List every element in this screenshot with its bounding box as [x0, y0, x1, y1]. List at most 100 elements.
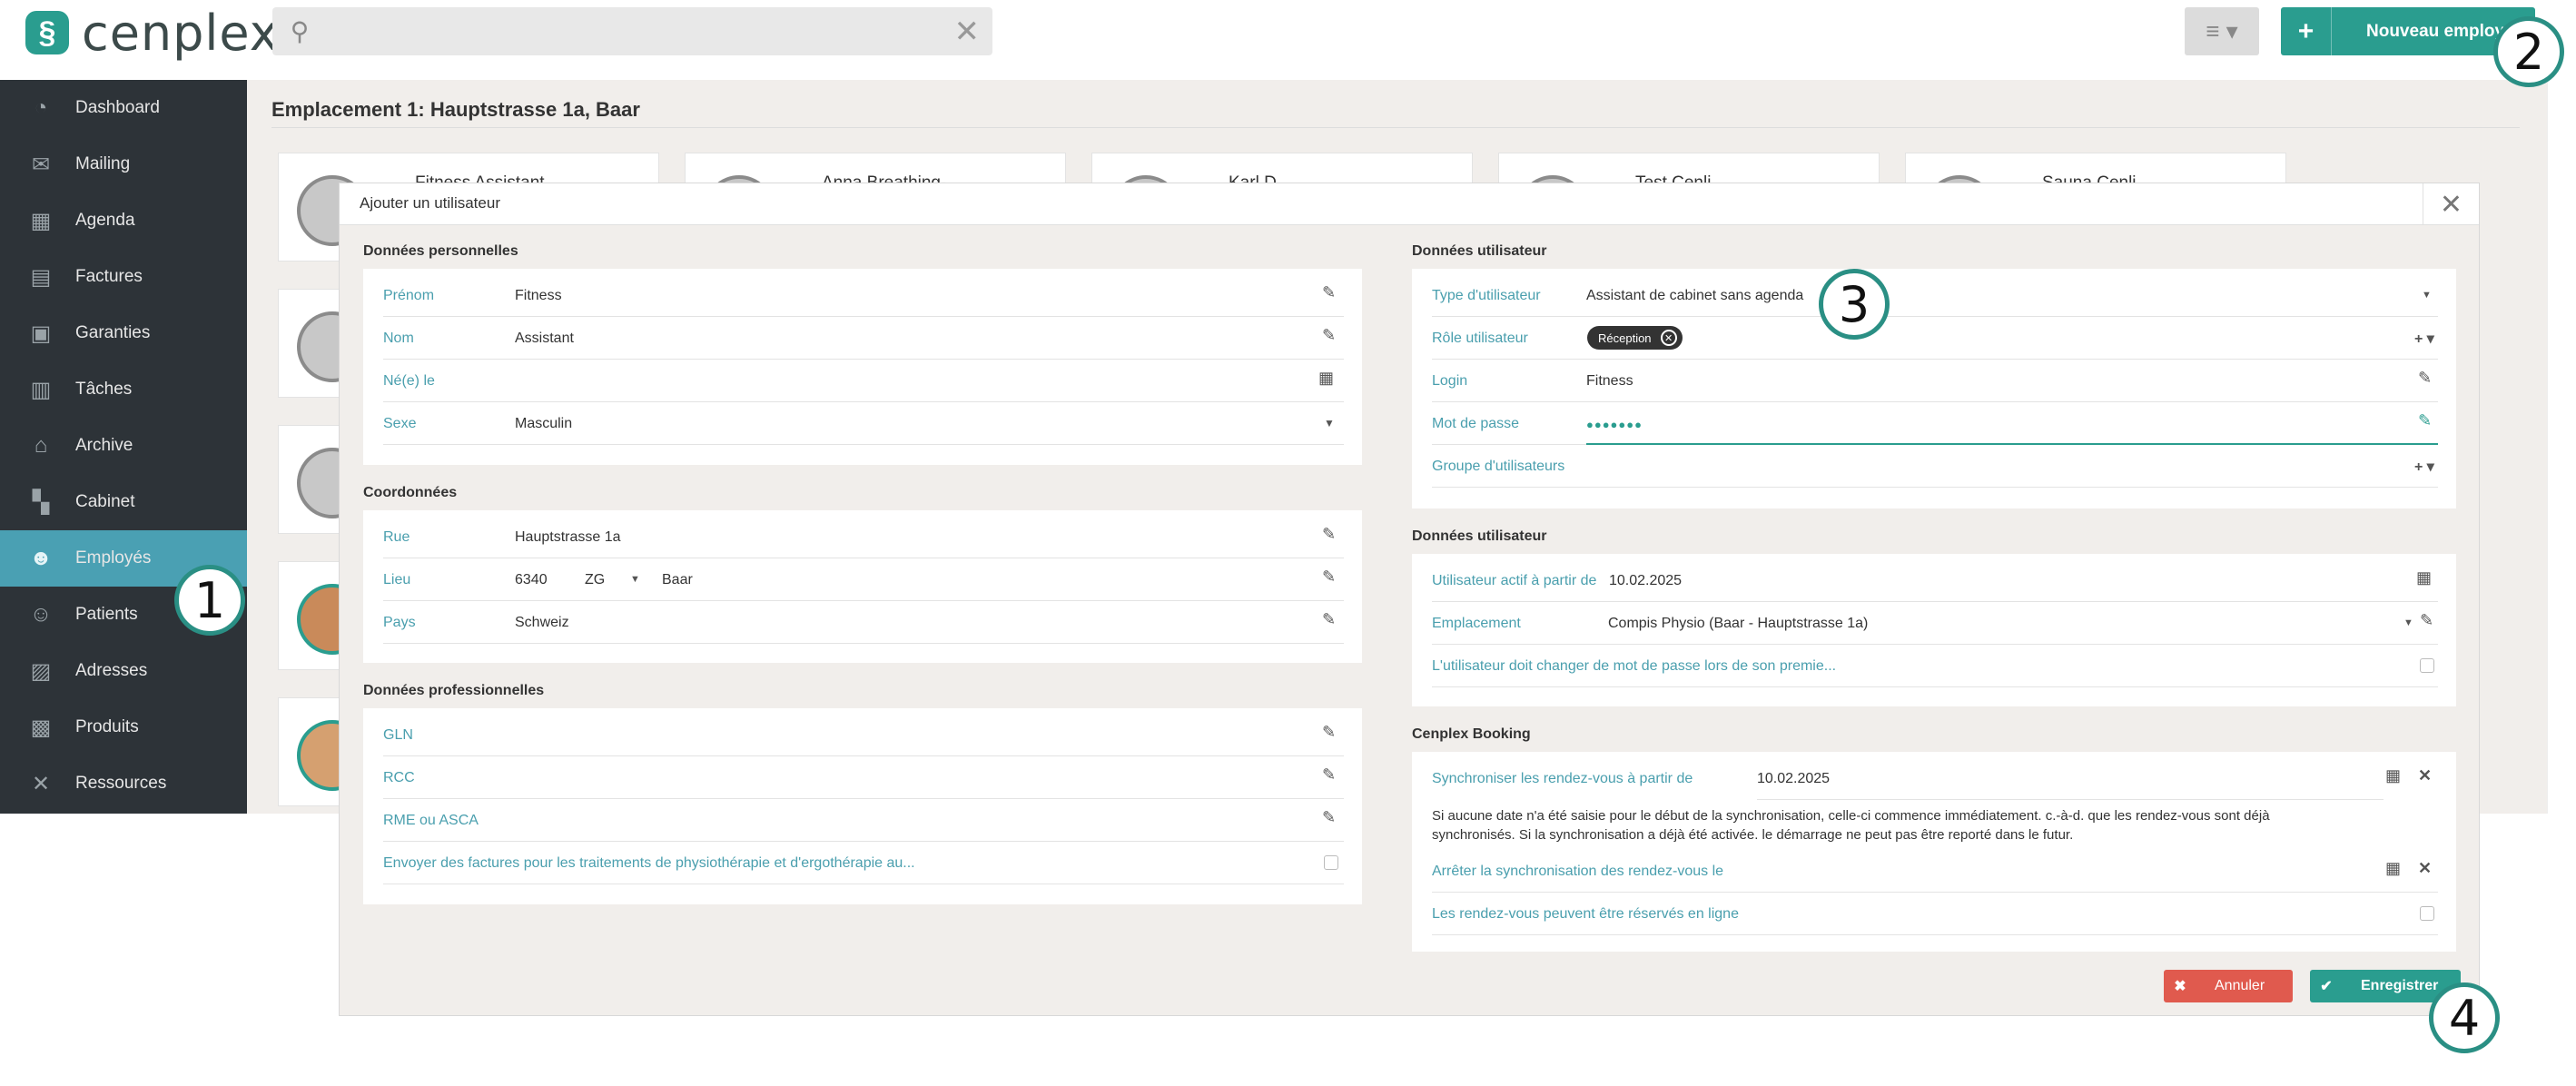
edit-icon[interactable]: ✎: [1322, 525, 1336, 544]
edit-icon[interactable]: ✎: [2418, 369, 2432, 388]
sidebar-item-archive[interactable]: ⌂ Archive: [0, 418, 247, 474]
sidebar-item-agenda[interactable]: ▦ Agenda: [0, 193, 247, 249]
store-icon: ▩: [30, 715, 52, 740]
user-group-field[interactable]: Groupe d'utilisateurs + ▾: [1432, 445, 2438, 488]
field-label: Synchroniser les rendez-vous à partir de: [1432, 771, 1693, 786]
canton-select[interactable]: ZG: [585, 572, 605, 588]
sidebar-item-label: Produits: [75, 717, 139, 736]
sidebar-item-label: Factures: [75, 267, 143, 286]
user-role-field[interactable]: Rôle utilisateur Réception ✕ + ▾: [1432, 317, 2438, 360]
street-field[interactable]: Rue Hauptstrasse 1a ✎: [383, 516, 1344, 558]
send-invoices-checkbox[interactable]: [1324, 855, 1338, 870]
scrollbar[interactable]: [2547, 80, 2576, 814]
sidebar-item-label: Tâches: [75, 380, 133, 399]
location-select[interactable]: Emplacement Compis Physio (Baar - Haupts…: [1432, 602, 2438, 645]
user-type-select[interactable]: Type d'utilisateur Assistant de cabinet …: [1432, 274, 2438, 317]
last-name-field[interactable]: Nom Assistant ✎: [383, 317, 1344, 360]
chevron-down-icon[interactable]: ▼: [2422, 290, 2432, 301]
close-icon[interactable]: ✕: [2423, 183, 2479, 225]
edit-icon[interactable]: ✎: [1322, 326, 1336, 345]
sidebar-item-ressources[interactable]: ✕ Ressources: [0, 755, 247, 812]
edit-icon[interactable]: ✎: [1322, 765, 1336, 785]
city-value[interactable]: Baar: [662, 572, 693, 588]
online-booking-field[interactable]: Les rendez-vous peuvent être réservés en…: [1432, 893, 2438, 935]
callout-2: 2: [2493, 16, 2564, 87]
sync-from-field[interactable]: Synchroniser les rendez-vous à partir de…: [1432, 757, 2438, 800]
sex-select[interactable]: Sexe Masculin ▼: [383, 402, 1344, 445]
edit-icon[interactable]: ✎: [1322, 568, 1336, 587]
chevron-down-icon[interactable]: ▼: [1324, 417, 1335, 429]
clear-search-icon[interactable]: ✕: [954, 7, 981, 55]
archive-icon: ⌂: [34, 433, 48, 458]
change-password-field[interactable]: L'utilisateur doit changer de mot de pas…: [1432, 645, 2438, 687]
role-chip[interactable]: Réception ✕: [1587, 326, 1683, 350]
login-field[interactable]: Login Fitness ✎: [1432, 360, 2438, 402]
place-field[interactable]: Lieu 6340 ZG ▼ Baar ✎: [383, 558, 1344, 601]
field-label: Sexe: [383, 416, 417, 431]
birth-date-field[interactable]: Né(e) le ▦: [383, 360, 1344, 402]
calendar-icon[interactable]: ▦: [2416, 568, 2432, 587]
search-bar: ⚲ ✕: [272, 7, 992, 55]
sidebar-item-mailing[interactable]: ✉ Mailing: [0, 136, 247, 193]
field-label: RME ou ASCA: [383, 813, 479, 828]
sidebar: ◔ Dashboard ✉ Mailing ▦ Agenda ▤ Factures ▣ G…: [0, 80, 247, 814]
online-booking-checkbox[interactable]: [2420, 906, 2434, 921]
sidebar-item-dashboard[interactable]: ◔ Dashboard: [0, 80, 247, 136]
add-user-dialog: Ajouter un utilisateur ✕ Données personn…: [339, 183, 2480, 1016]
search-icon: ⚲: [290, 17, 310, 45]
field-label: Les rendez-vous peuvent être réservés en…: [1432, 906, 1739, 922]
rme-asca-field[interactable]: RME ou ASCA ✎: [383, 799, 1344, 842]
field-label: Utilisateur actif à partir de: [1432, 573, 1597, 588]
add-role-icon[interactable]: + ▾: [2414, 330, 2434, 348]
field-value: Assistant de cabinet sans agenda: [1586, 288, 1804, 303]
edit-icon[interactable]: ✎: [1322, 283, 1336, 302]
close-icon: ✖: [2174, 979, 2186, 994]
calendar-icon[interactable]: ▦: [2385, 859, 2401, 878]
country-field[interactable]: Pays Schweiz ✎: [383, 601, 1344, 644]
edit-icon[interactable]: ✎: [2420, 611, 2433, 630]
logo[interactable]: § cenplex: [25, 5, 280, 62]
rcc-field[interactable]: RCC ✎: [383, 756, 1344, 799]
change-password-checkbox[interactable]: [2420, 658, 2434, 673]
sidebar-item-factures[interactable]: ▤ Factures: [0, 249, 247, 305]
search-input[interactable]: [320, 13, 937, 50]
patients-icon: ☺: [29, 602, 53, 627]
edit-icon[interactable]: ✎: [1322, 610, 1336, 629]
send-invoices-field[interactable]: Envoyer des factures pour les traitement…: [383, 842, 1344, 884]
remove-chip-icon[interactable]: ✕: [1660, 330, 1677, 346]
first-name-field[interactable]: Prénom Fitness ✎: [383, 274, 1344, 317]
calendar-icon[interactable]: ▦: [1318, 369, 1334, 388]
app-root: § cenplex ⚲ ✕ ≡ ▾ + Nouveau employé ◔ Das…: [0, 0, 2576, 1086]
sidebar-item-produits[interactable]: ▩ Produits: [0, 699, 247, 755]
zip-value[interactable]: 6340: [515, 572, 548, 588]
edit-icon[interactable]: ✎: [2418, 411, 2432, 430]
field-label: Pays: [383, 615, 416, 630]
section-title-user-2: Données utilisateur: [1412, 528, 1547, 544]
gln-field[interactable]: GLN ✎: [383, 714, 1344, 756]
callout-4: 4: [2429, 982, 2500, 1053]
cancel-button[interactable]: ✖ Annuler: [2164, 970, 2293, 1002]
sidebar-item-taches[interactable]: ▥ Tâches: [0, 361, 247, 418]
field-value: Masculin: [515, 416, 573, 431]
clear-date-icon[interactable]: ✕: [2418, 766, 2432, 785]
sidebar-item-label: Archive: [75, 436, 133, 455]
section-title-booking: Cenplex Booking: [1412, 726, 1531, 742]
active-from-field[interactable]: Utilisateur actif à partir de 10.02.2025…: [1432, 559, 2438, 602]
calendar-icon[interactable]: ▦: [2385, 766, 2401, 785]
sidebar-item-adresses[interactable]: ▨ Adresses: [0, 643, 247, 699]
sync-stop-field[interactable]: Arrêter la synchronisation des rendez-vo…: [1432, 850, 2438, 893]
chevron-down-icon[interactable]: ▼: [2403, 617, 2413, 628]
guarantee-icon: ▣: [30, 321, 52, 346]
clear-date-icon[interactable]: ✕: [2418, 859, 2432, 878]
edit-icon[interactable]: ✎: [1322, 808, 1336, 827]
sidebar-item-garanties[interactable]: ▣ Garanties: [0, 305, 247, 361]
edit-icon[interactable]: ✎: [1322, 723, 1336, 742]
password-value[interactable]: ●●●●●●●: [1586, 418, 1643, 431]
list-menu-button[interactable]: ≡ ▾: [2185, 7, 2259, 55]
sidebar-item-label: Patients: [75, 605, 138, 624]
chevron-down-icon[interactable]: ▼: [630, 574, 640, 585]
sidebar-item-cabinet[interactable]: ▚ Cabinet: [0, 474, 247, 530]
add-group-icon[interactable]: + ▾: [2414, 458, 2434, 476]
field-label: GLN: [383, 727, 413, 743]
password-field[interactable]: Mot de passe ●●●●●●● ✎: [1432, 402, 2438, 445]
